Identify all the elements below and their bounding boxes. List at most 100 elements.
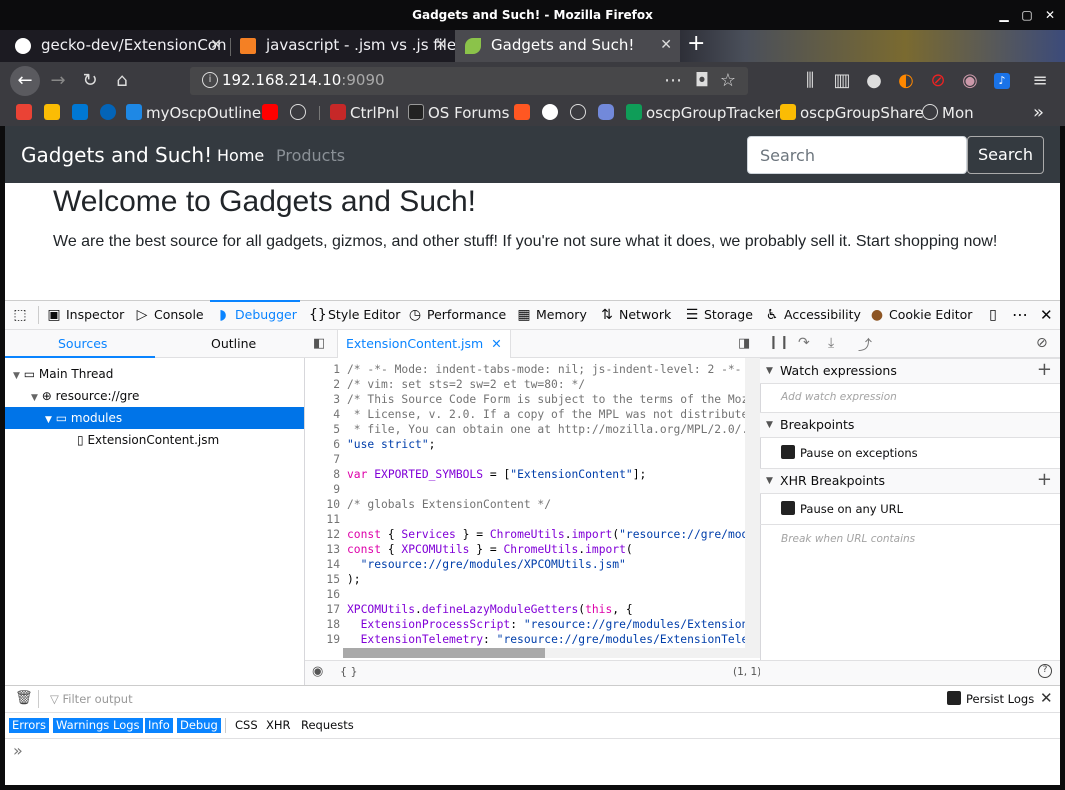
tab-console[interactable]: ▷ Console — [135, 300, 204, 330]
vertical-scrollbar[interactable] — [745, 358, 760, 658]
nav-products-link[interactable]: Products — [276, 146, 345, 165]
tree-resource-gre[interactable]: ▼ ⊕ resource://gre — [5, 385, 304, 407]
filter-info[interactable]: Info — [145, 718, 173, 733]
scrollbar-thumb[interactable] — [343, 648, 545, 658]
step-over-icon[interactable]: ↷ — [798, 335, 810, 351]
filter-warnings[interactable]: Warnings — [53, 718, 113, 733]
toggle-sources-icon[interactable]: ◧ — [313, 336, 325, 351]
drive-bookmark[interactable] — [44, 103, 64, 123]
tree-main-thread[interactable]: ▼ ▭ Main Thread — [5, 363, 304, 385]
step-in-icon[interactable]: ⤓ — [828, 335, 834, 351]
close-devtools-icon[interactable]: ✕ — [1040, 300, 1053, 330]
filter-debug[interactable]: Debug — [177, 718, 221, 733]
tab-memory[interactable]: ▦ Memory — [517, 300, 586, 330]
minimize-icon[interactable]: ▁ — [997, 8, 1011, 22]
add-xhr-icon[interactable]: + — [1037, 468, 1052, 492]
tab-accessibility[interactable]: ♿ Accessibility — [765, 300, 861, 330]
trash-icon[interactable]: 🗑 — [15, 690, 33, 706]
bookmark-oscpgroupshare[interactable]: oscpGroupShare — [780, 103, 924, 123]
tab-network[interactable]: ⇅ Network — [600, 300, 671, 330]
persist-logs-checkbox[interactable] — [947, 691, 961, 705]
gmail-bookmark[interactable] — [16, 103, 36, 123]
tab-storage[interactable]: ☰ Storage — [685, 300, 753, 330]
tab-javascript[interactable]: javascript - .jsm vs .js file ✕ — [230, 30, 455, 62]
bookmark-osforums[interactable]: OS Forums — [408, 103, 509, 123]
xhr-breakpoints-header[interactable]: ▼ XHR Breakpoints + — [760, 468, 1060, 494]
site-search-button[interactable]: Search — [967, 136, 1044, 174]
code-view[interactable]: 1/* -*- Mode: indent-tabs-mode: nil; js-… — [305, 362, 745, 647]
onedrive-bookmark[interactable] — [100, 103, 120, 123]
pocket-icon[interactable]: ◘ — [692, 71, 712, 91]
youtube-bookmark[interactable] — [262, 103, 282, 123]
filter-requests[interactable]: Requests — [298, 718, 357, 733]
new-tab-icon[interactable]: + — [687, 33, 707, 55]
bookmark-oscpgrouptracker[interactable]: oscpGroupTracker — [626, 103, 781, 123]
cookie-icon[interactable]: ◉ — [960, 71, 980, 91]
outlook-bookmark[interactable] — [72, 103, 92, 123]
tree-extensioncontent[interactable]: ▯ ExtensionContent.jsm — [5, 429, 304, 451]
bookmarks-overflow-icon[interactable]: » — [1033, 103, 1044, 123]
toggle-panes-icon[interactable]: ◨ — [738, 336, 750, 351]
dock-icon[interactable]: ▯ — [986, 300, 1005, 330]
tab-gadgets[interactable]: Gadgets and Such! ✕ — [455, 30, 680, 62]
blocker-icon[interactable]: ⊘ — [928, 71, 948, 91]
dict-icon[interactable]: ♪ — [994, 73, 1010, 89]
add-watch-icon[interactable]: + — [1037, 358, 1052, 382]
deactivate-breakpoints-icon[interactable]: ⊘ — [1036, 335, 1048, 351]
tab-style-editor[interactable]: {}Style Editor — [309, 300, 400, 330]
close-tab-icon[interactable]: ✕ — [435, 30, 447, 60]
zap-bookmark[interactable] — [514, 103, 534, 123]
bookmark-star-icon[interactable]: ☆ — [718, 71, 738, 91]
url-text[interactable]: 192.168.214.10:9090 — [222, 71, 385, 89]
extension-icon[interactable]: ◐ — [896, 71, 916, 91]
library-icon[interactable]: ⫼ — [800, 71, 820, 91]
site-brand[interactable]: Gadgets and Such! — [21, 143, 212, 167]
watch-input[interactable]: Add watch expression — [781, 391, 897, 403]
more-options-icon[interactable]: ⋯ — [1012, 300, 1028, 330]
break-url-input[interactable]: Break when URL contains — [781, 533, 915, 545]
breakpoints-header[interactable]: ▼ Breakpoints — [760, 412, 1060, 438]
globe-bookmark[interactable] — [290, 103, 310, 123]
pretty-print-icon[interactable]: { } — [340, 665, 358, 678]
tab-cookie-editor[interactable]: ● Cookie Editor — [870, 300, 973, 330]
eye-icon[interactable]: ◉ — [312, 664, 323, 679]
tab-performance[interactable]: ◷ Performance — [408, 300, 506, 330]
filter-errors[interactable]: Errors — [9, 718, 50, 733]
close-tab-icon[interactable]: ✕ — [491, 336, 501, 351]
github-bookmark[interactable] — [542, 103, 562, 123]
tab-gecko-dev[interactable]: gecko-dev/ExtensionCon ✕ — [5, 30, 230, 62]
bookmark-ctrlpnl[interactable]: CtrlPnl — [330, 103, 399, 123]
help-icon[interactable]: ? — [1038, 664, 1052, 678]
watch-expressions-header[interactable]: ▼ Watch expressions + — [760, 358, 1060, 384]
home-icon[interactable]: ⌂ — [112, 71, 132, 91]
filter-xhr[interactable]: XHR — [263, 718, 294, 733]
filter-logs[interactable]: Logs — [110, 718, 143, 733]
editor-tab[interactable]: ExtensionContent.jsm ✕ — [337, 330, 511, 358]
close-tab-icon[interactable]: ✕ — [210, 30, 222, 60]
filter-css[interactable]: CSS — [232, 718, 261, 733]
nav-home-link[interactable]: Home — [217, 146, 264, 165]
pause-icon[interactable]: ❙❙ — [768, 335, 790, 350]
close-tab-icon[interactable]: ✕ — [660, 30, 672, 60]
tab-outline[interactable]: Outline — [211, 336, 256, 351]
tree-modules[interactable]: ▼ ▭ modules — [5, 407, 304, 429]
reload-icon[interactable]: ↻ — [80, 71, 100, 91]
menu-icon[interactable]: ≡ — [1030, 71, 1050, 91]
bookmark-mon[interactable]: Mon — [922, 103, 974, 123]
maximize-icon[interactable]: ▢ — [1020, 8, 1034, 22]
element-picker-icon[interactable]: ⬚ — [13, 300, 32, 330]
pause-exceptions-checkbox[interactable] — [781, 445, 795, 459]
globe2-bookmark[interactable] — [570, 103, 590, 123]
bookmark-myoscpoutline[interactable]: myOscpOutline — [126, 103, 261, 123]
site-search-input[interactable]: Search — [747, 136, 967, 174]
close-window-icon[interactable]: ✕ — [1043, 8, 1057, 22]
pause-url-checkbox[interactable] — [781, 501, 795, 515]
step-out-icon[interactable]: ⤴ — [858, 335, 872, 355]
tab-sources[interactable]: Sources — [58, 336, 107, 351]
close-console-icon[interactable]: ✕ — [1040, 689, 1053, 707]
console-input[interactable] — [35, 744, 1055, 762]
sidebar-icon[interactable]: ▥ — [832, 71, 852, 91]
forward-arrow-icon[interactable]: → — [48, 71, 68, 91]
tab-inspector[interactable]: ▣ Inspector — [47, 300, 124, 330]
filter-output-input[interactable]: ▽ Filter output — [50, 692, 133, 706]
